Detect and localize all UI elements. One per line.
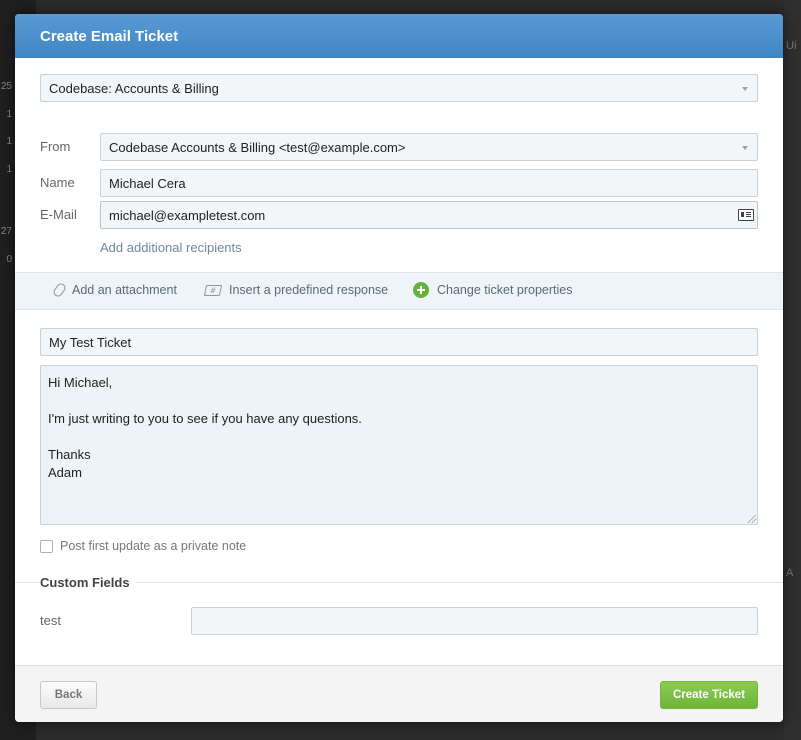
email-label: E-Mail [40,207,77,222]
custom-fields-title: Custom Fields [40,575,136,590]
email-input-value: michael@exampletest.com [109,207,266,223]
plus-circle-icon [413,282,429,298]
modal-header: Create Email Ticket [15,14,783,58]
background-count: 1 [6,164,12,175]
body-line: I'm just writing to you to see if you ha… [48,411,362,426]
custom-field-test-input[interactable] [191,607,758,635]
back-button[interactable]: Back [40,681,97,709]
subject-input-value: My Test Ticket [49,334,132,350]
add-attachment-label: Add an attachment [72,283,177,297]
create-ticket-button[interactable]: Create Ticket [660,681,758,709]
change-properties-button[interactable]: Change ticket properties [413,282,573,298]
custom-field-label: test [40,613,61,628]
paperclip-icon [51,281,68,299]
background-count: 0 [6,254,12,265]
body-line [48,428,750,446]
compose-toolbar: Add an attachment # Insert a predefined … [15,272,783,310]
background-count: 1 [6,136,12,147]
from-select-value: Codebase Accounts & Billing <test@exampl… [109,139,406,155]
private-note-checkbox[interactable] [40,540,53,553]
modal-title: Create Email Ticket [40,27,179,45]
background-count: 27 [0,226,12,237]
mailbox-select-value: Codebase: Accounts & Billing [49,80,219,96]
create-ticket-modal: Create Email Ticket Codebase: Accounts &… [15,14,783,722]
name-input-value: Michael Cera [109,175,186,191]
background-fragment: Ui [786,40,797,52]
email-input[interactable]: michael@exampletest.com [100,201,758,229]
add-recipients-link[interactable]: Add additional recipients [100,240,242,255]
body-line [48,392,750,410]
private-note-label[interactable]: Post first update as a private note [60,539,246,553]
background-count: 25 [0,81,12,92]
chevron-down-icon [742,146,748,150]
body-line: Hi Michael, [48,375,113,390]
background-right-edge: Ui A [784,0,801,740]
insert-response-label: Insert a predefined response [229,283,389,297]
from-label: From [40,139,71,154]
name-input[interactable]: Michael Cera [100,169,758,197]
from-select[interactable]: Codebase Accounts & Billing <test@exampl… [100,133,758,161]
body-line: Thanks [48,447,91,462]
chevron-down-icon [742,87,748,91]
insert-response-button[interactable]: # Insert a predefined response [203,283,389,297]
add-attachment-button[interactable]: Add an attachment [51,281,177,299]
mailbox-select[interactable]: Codebase: Accounts & Billing [40,74,758,102]
background-fragment: A [786,567,794,579]
body-line: Adam [48,465,82,480]
message-body-textarea[interactable]: Hi Michael, I'm just writing to you to s… [40,365,758,525]
background-count: 1 [6,109,12,120]
subject-input[interactable]: My Test Ticket [40,328,758,356]
modal-footer: Back Create Ticket [15,665,783,722]
resize-handle-icon[interactable] [748,515,756,523]
change-properties-label: Change ticket properties [437,283,573,297]
address-book-icon[interactable] [738,209,754,221]
name-label: Name [40,175,75,190]
predefined-response-icon: # [203,284,223,296]
